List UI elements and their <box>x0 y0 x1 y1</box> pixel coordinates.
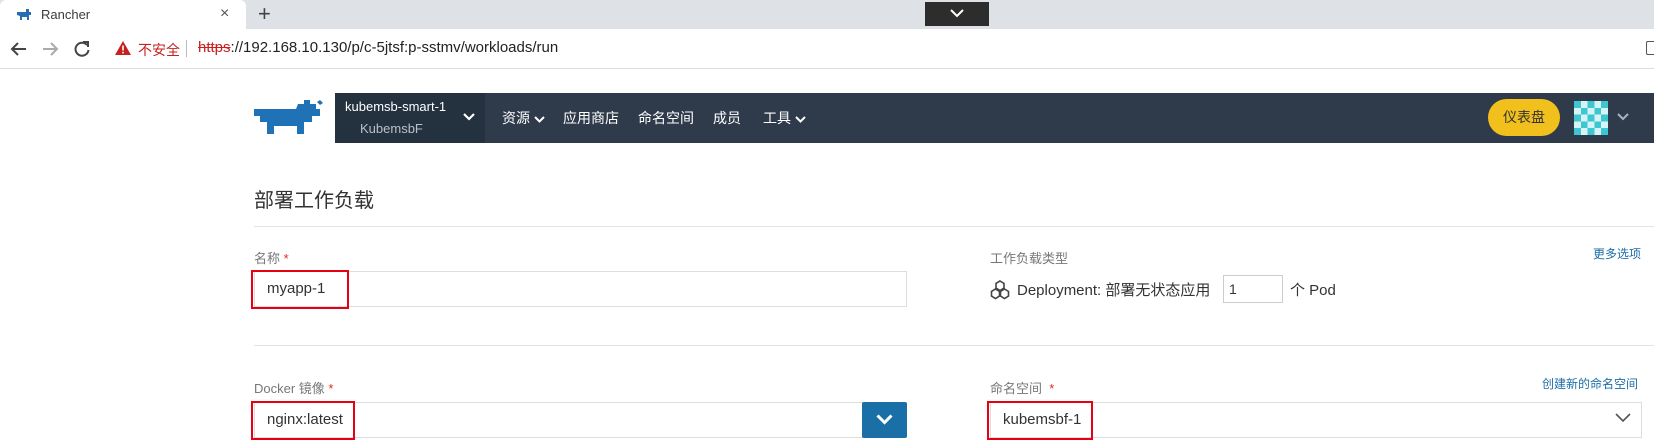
nav-resources-label: 资源 <box>502 110 530 126</box>
namespace-highlight-box <box>987 401 1093 440</box>
chevron-down-icon <box>795 116 806 123</box>
browser-address-bar: 不安全 https://192.168.10.130/p/c-5jtsf:p-s… <box>0 29 1654 69</box>
nav-tools-label: 工具 <box>763 110 791 126</box>
extension-icon[interactable] <box>1646 41 1654 55</box>
chevron-down-icon[interactable] <box>1615 413 1631 423</box>
section-divider <box>254 345 1654 346</box>
pod-unit-text: 个 Pod <box>1290 282 1336 299</box>
nav-resources[interactable]: 资源 <box>502 108 545 128</box>
cluster-switcher[interactable]: kubemsb-smart-1 KubemsbF <box>335 93 485 143</box>
name-input[interactable]: myapp-1 <box>254 271 907 307</box>
tab-search-button[interactable] <box>925 2 989 26</box>
tab-close-icon[interactable]: × <box>220 4 229 24</box>
chevron-down-icon[interactable] <box>1617 113 1629 121</box>
nav-members[interactable]: 成员 <box>713 108 741 128</box>
image-dropdown-button[interactable] <box>862 402 907 438</box>
rancher-favicon-icon <box>17 9 31 20</box>
chevron-down-icon <box>876 414 893 425</box>
deployment-type-text: Deployment: 部署无状态应用 <box>1017 282 1211 299</box>
workload-type-label: 工作负载类型 <box>990 251 1069 266</box>
top-navbar: kubemsb-smart-1 KubemsbF 资源 应用商店 命名空间 成员… <box>335 93 1654 143</box>
browser-tabbar: Rancher × + <box>0 0 1654 29</box>
cluster-name: kubemsb-smart-1 <box>345 99 447 114</box>
required-mark: * <box>283 251 289 266</box>
namespace-label: 命名空间 * <box>990 378 1054 397</box>
reload-icon[interactable] <box>72 39 92 59</box>
nav-namespaces[interactable]: 命名空间 <box>638 108 694 128</box>
scale-input[interactable]: 1 <box>1223 275 1283 303</box>
name-label-text: 名称 <box>254 251 281 266</box>
chevron-down-icon <box>534 116 545 123</box>
deployment-icon <box>990 280 1010 300</box>
url-path: ://192.168.10.130/p/c-5jtsf:p-sstmv/work… <box>230 39 559 56</box>
chevron-down-icon <box>463 113 475 121</box>
url-field[interactable]: https://192.168.10.130/p/c-5jtsf:p-sstmv… <box>198 39 558 56</box>
docker-image-highlight-box <box>251 401 355 440</box>
nav-app-store[interactable]: 应用商店 <box>563 108 619 128</box>
new-tab-button[interactable]: + <box>258 2 271 26</box>
forward-arrow-icon[interactable] <box>40 39 60 59</box>
required-mark: * <box>1049 381 1055 396</box>
nav-tools[interactable]: 工具 <box>763 108 806 128</box>
docker-image-label: Docker 镜像 * <box>254 378 333 397</box>
rancher-logo-icon[interactable] <box>254 100 324 134</box>
more-options-link[interactable]: 更多选项 <box>1593 245 1641 262</box>
namespace-label-text: 命名空间 <box>990 381 1043 396</box>
name-highlight-box <box>251 270 349 309</box>
warning-icon[interactable] <box>115 41 131 55</box>
tab-title: Rancher <box>41 7 91 22</box>
user-avatar[interactable] <box>1574 101 1608 135</box>
docker-image-label-text: Docker 镜像 <box>254 381 325 396</box>
url-scheme: https <box>198 39 231 56</box>
address-separator <box>186 40 187 57</box>
create-namespace-link[interactable]: 创建新的命名空间 <box>1542 375 1638 392</box>
required-mark: * <box>328 381 334 396</box>
back-arrow-icon[interactable] <box>9 39 29 59</box>
title-divider <box>254 226 1654 227</box>
name-label: 名称 * <box>254 248 289 267</box>
page-title: 部署工作负载 <box>254 190 374 212</box>
project-name: KubemsbF <box>360 121 423 136</box>
chevron-down-icon <box>950 9 964 18</box>
dashboard-button[interactable]: 仪表盘 <box>1488 99 1560 136</box>
browser-tab[interactable]: Rancher × <box>0 0 246 29</box>
security-warning[interactable]: 不安全 <box>138 40 180 60</box>
